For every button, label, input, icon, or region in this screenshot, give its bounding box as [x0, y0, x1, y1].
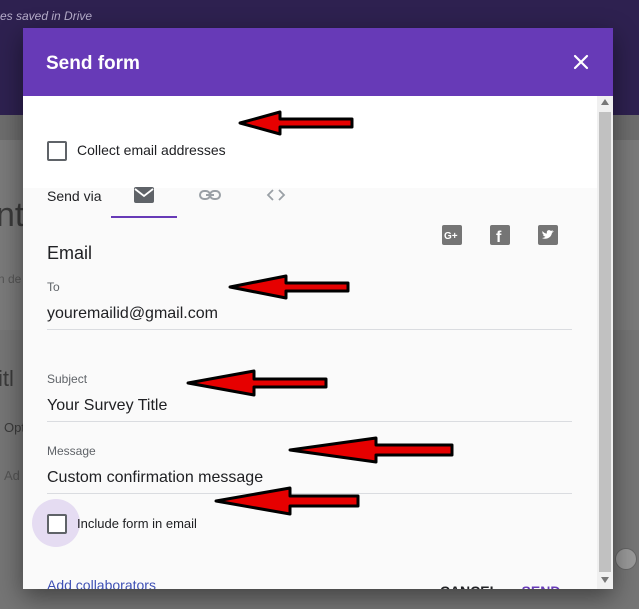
message-label: Message [47, 444, 96, 458]
to-field[interactable]: youremailid@gmail.com [47, 305, 572, 330]
background-question-fragment: itl [0, 366, 14, 391]
dialog-header: Send form [23, 28, 613, 96]
tab-email[interactable] [111, 176, 177, 218]
background-description-fragment: n de [0, 272, 22, 286]
twitter-share-button[interactable] [538, 225, 558, 245]
include-form-checkbox[interactable] [47, 514, 67, 534]
annotation-arrow-icon [186, 369, 328, 397]
send-button[interactable]: SEND [509, 573, 573, 589]
scroll-up-arrow-icon[interactable] [601, 99, 609, 105]
saved-status-text: es saved in Drive [0, 9, 93, 23]
google-plus-icon: G+ [444, 231, 458, 242]
subject-field[interactable]: Your Survey Title [47, 397, 572, 422]
collect-email-label: Collect email addresses [77, 142, 226, 158]
email-icon [134, 187, 154, 203]
close-icon[interactable] [571, 52, 591, 72]
annotation-arrow-icon [288, 436, 454, 464]
annotation-arrow-icon [238, 110, 354, 136]
facebook-share-button[interactable]: f [490, 225, 510, 245]
background-title-fragment: nt [0, 196, 25, 234]
link-icon [199, 190, 221, 200]
collect-email-checkbox[interactable] [47, 141, 67, 161]
send-via-label: Send via [47, 188, 102, 204]
scroll-thumb[interactable] [599, 112, 611, 572]
background-option-fragment: Opt [4, 420, 25, 435]
background-add-fragment: Ad [4, 468, 20, 483]
subject-label: Subject [47, 372, 88, 386]
dialog-scrollbar[interactable] [597, 96, 613, 589]
svg-text:f: f [496, 229, 502, 245]
tab-email-underline [111, 216, 177, 218]
cancel-button[interactable]: CANCEL [421, 573, 517, 589]
email-section-title: Email [47, 243, 93, 263]
google-plus-share-button[interactable]: G+ [442, 225, 462, 245]
to-label: To [47, 280, 60, 294]
annotation-arrow-icon [214, 486, 360, 516]
tab-link[interactable] [177, 176, 243, 218]
svg-text:G+: G+ [444, 231, 458, 242]
tab-embed[interactable] [243, 176, 309, 218]
include-form-label: Include form in email [77, 516, 197, 531]
facebook-icon: f [496, 229, 502, 245]
add-collaborators-link[interactable]: Add collaborators [47, 577, 156, 589]
scroll-down-arrow-icon[interactable] [601, 577, 609, 583]
dialog-title: Send form [46, 53, 140, 74]
twitter-icon [542, 230, 554, 239]
annotation-arrow-icon [228, 274, 350, 300]
background-toggle [615, 548, 637, 570]
embed-icon [266, 189, 286, 201]
